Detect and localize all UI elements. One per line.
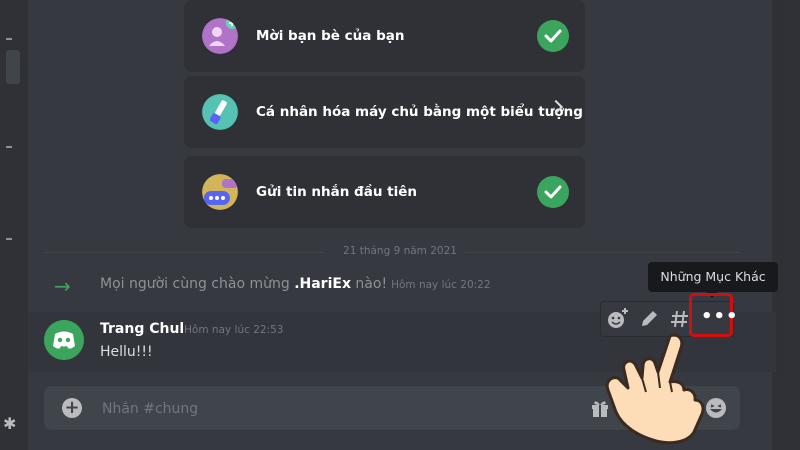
setup-card-label: Gửi tin nhắn đầu tiên [256,184,417,200]
join-text-prefix: Mọi người cùng chào mừng [100,276,295,292]
setup-card-invite-friends[interactable]: Mời bạn bè của bạn [184,0,585,72]
rail-divider [6,146,12,148]
setup-card-label: Cá nhân hóa máy chủ bằng một biểu tượng [256,104,583,120]
pointing-hand-icon [605,333,705,445]
edit-icon[interactable] [636,306,662,332]
message-timestamp: Hôm nay lúc 22:53 [184,324,284,336]
more-options-icon: ••• [701,306,739,327]
join-username[interactable]: .HariEx [294,276,351,292]
system-join-message: Mọi người cùng chào mừng .HariEx nào! Hôm… [100,276,491,292]
paintbrush-icon [202,94,238,130]
setup-card-first-message[interactable]: Gửi tin nhắn đầu tiên [184,156,585,228]
chat-bubble-icon [202,174,238,210]
join-arrow-icon: → [54,274,71,298]
rail-divider [6,238,12,240]
message-content: Hellu!!! [100,344,153,360]
date-divider: 21 tháng 9 năm 2021 [0,245,800,257]
tooltip: Những Mục Khác [648,262,778,292]
settings-icon[interactable]: ✱ [3,414,16,433]
join-timestamp: Hôm nay lúc 20:22 [391,279,491,291]
avatar[interactable] [44,320,84,360]
rail-divider [6,38,12,40]
setup-card-personalize-server[interactable]: Cá nhân hóa máy chủ bằng một biểu tượng [184,76,585,148]
check-icon [537,20,569,52]
server-icon[interactable] [6,50,20,84]
check-icon [537,176,569,208]
invite-friends-icon [202,18,238,54]
message-author[interactable]: Trang Chul [100,321,184,337]
join-text-suffix: nào! [350,276,388,292]
scrollbar[interactable] [776,0,782,380]
setup-card-label: Mời bạn bè của bạn [256,28,405,44]
add-attachment-button[interactable]: + [62,398,82,418]
server-sidebar: ✱ [0,0,28,450]
add-reaction-icon[interactable] [604,306,630,332]
message-input[interactable] [100,386,584,432]
